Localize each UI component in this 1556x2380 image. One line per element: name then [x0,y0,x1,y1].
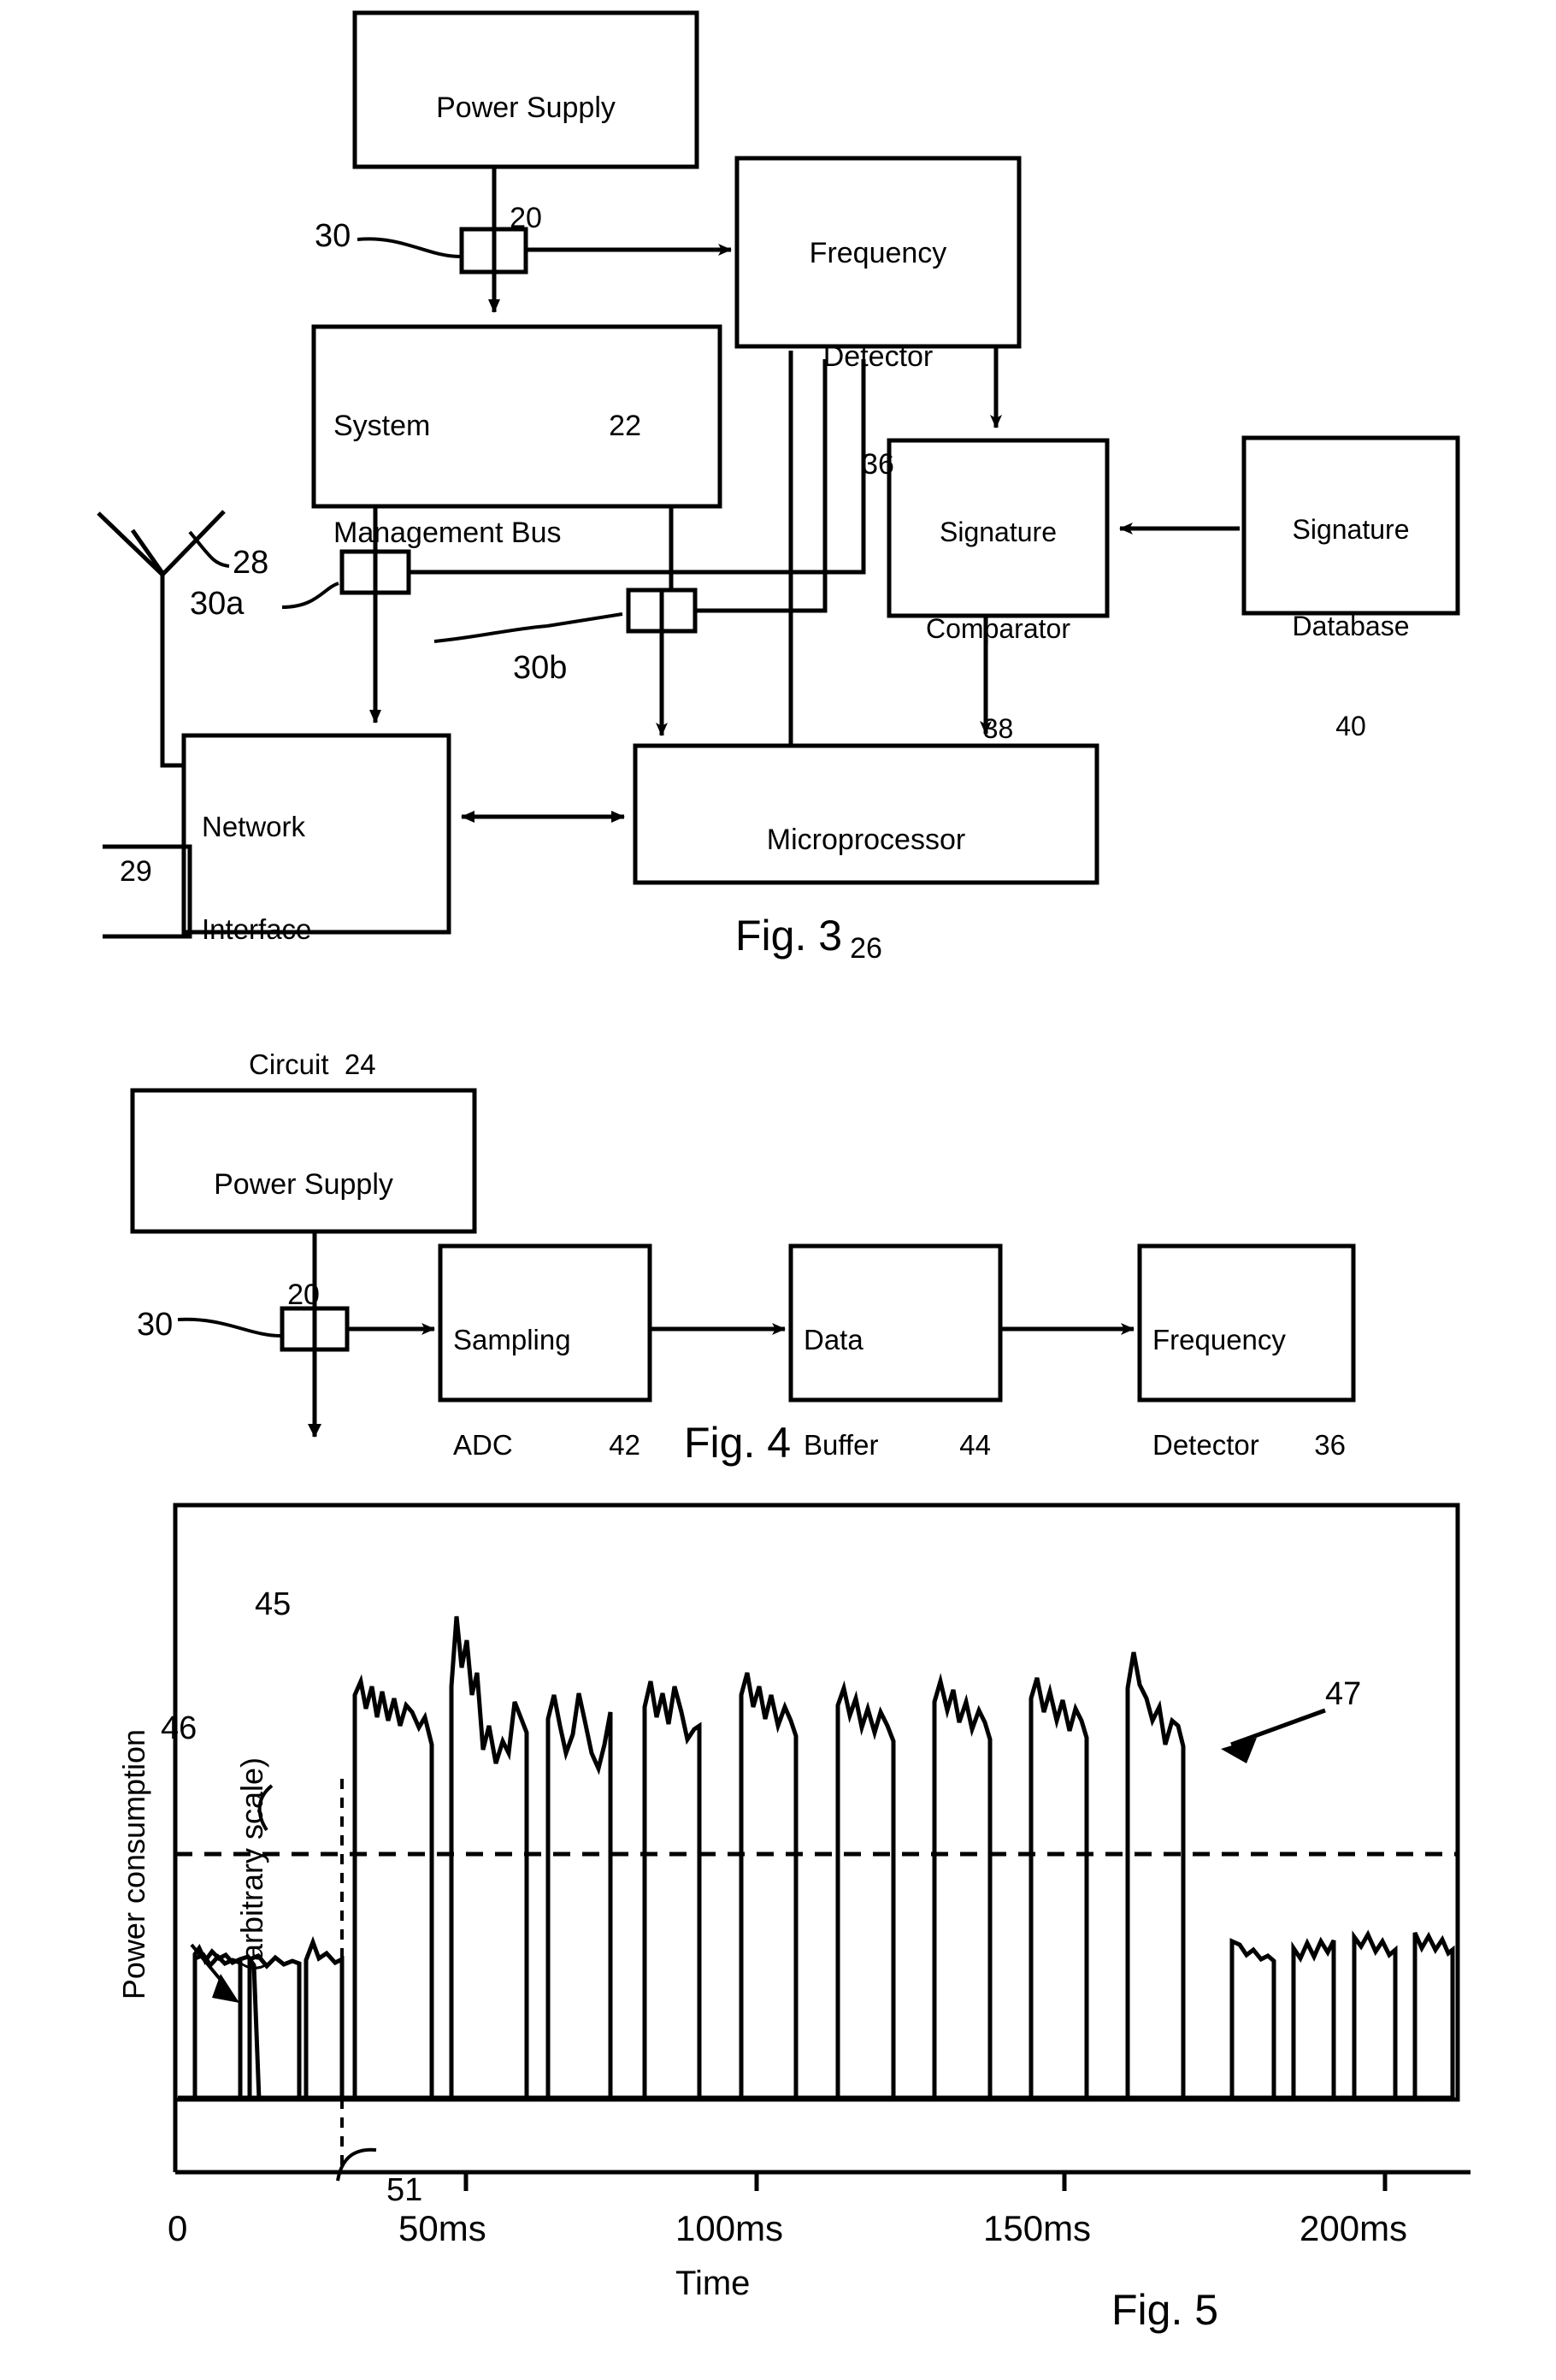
fig3-microprocessor-ref: 26 [850,931,882,965]
fig3-signature-comparator-title2: Comparator [926,612,1070,644]
fig5-pulse-idle-6 [1352,1929,1398,2098]
fig3-frequency-detector-title2: Detector [822,340,934,373]
fig5-pulse-active-8 [1028,1677,1089,2098]
fig3-power-supply-ref: 20 [510,201,542,234]
fig3-power-supply-title: Power Supply [436,92,616,125]
fig5-xtick-100: 100ms [675,2208,784,2248]
fig3-signature-comparator-ref: 38 [982,713,1014,744]
fig4-data-buffer-title: Data [804,1323,863,1355]
fig5-pulse-idle-5 [1291,1936,1336,2098]
fig5-plot-frame [173,1503,1460,2102]
fig3-callout-30b: 30b [513,650,568,686]
fig3-signature-database-ref: 40 [1335,711,1366,741]
fig5-callout-47: 47 [1325,1676,1362,1712]
fig3-smb-ref: 22 [609,410,641,443]
fig3-smb-label: System 22 Management Bus [333,340,710,618]
fig3-smb-title: System [333,410,431,443]
fig3-nic-ref: 24 [344,1048,376,1081]
fig5-leader-51 [336,2147,377,2182]
fig3-signature-database-title2: Database [1292,610,1410,641]
fig4-callout-30: 30 [137,1307,174,1343]
fig3-leader-30a [281,582,339,609]
fig4-freqdet-title2: Detector [1152,1428,1259,1461]
fig5-pulse-active-1 [352,1674,434,2098]
fig3-callout-30a: 30a [190,586,245,622]
fig3-microprocessor-label: Microprocessor 26 [635,754,1097,1034]
fig4-data-buffer-title2: Buffer [804,1428,879,1461]
fig3-power-supply-label: Power Supply 20 [355,22,697,304]
fig3-connector-29-label: 29 [120,855,152,888]
fig3-signature-comparator-title: Signature [940,516,1057,547]
fig5-pulse-active-5 [739,1672,799,2098]
fig5-pulse-active-9 [1125,1651,1186,2098]
fig3-nic-title1: Network [202,810,306,842]
fig3-callout-28: 28 [233,545,269,581]
fig3-microprocessor-title: Microprocessor [766,824,966,857]
fig5-y-axis-label: Power consumption (arbitrary scale) [36,1599,351,2129]
fig4-frequency-detector-label: Frequency Detector 36 [1152,1257,1347,1529]
fig5-xtick-150: 150ms [983,2208,1092,2248]
fig4-power-supply-label: Power Supply 20 [133,1099,474,1380]
fig3-frequency-detector-title: Frequency [809,237,947,270]
fig3-antenna-28 [130,529,184,768]
fig5-pulse-active-6 [835,1680,896,2098]
fig3-signature-database-label: Signature Database 40 [1241,449,1460,807]
fig5-callout-45: 45 [255,1586,292,1622]
fig3-signature-database-title: Signature [1292,513,1410,545]
fig4-sampling-adc-title2: ADC [453,1428,513,1461]
fig3-nic-title2: Interface [202,912,312,945]
fig5-pulse-active-2 [449,1615,529,2098]
fig5-pulse-active-7 [932,1673,993,2098]
fig5-pulse-idle-7 [1412,1931,1455,2098]
fig5-x-axis-title: Time [675,2265,751,2302]
fig3-nic-title3: Circuit [249,1048,329,1081]
fig3-leader-30b [433,624,548,643]
fig3-callout-30: 30 [315,218,351,254]
fig3-caption: Fig. 3 [735,912,843,960]
fig3-smb-title2: Management Bus [333,516,562,549]
fig5-y-axis-label-line1: Power consumption [116,1728,152,2000]
fig5-waveform-pulses [178,1615,1455,2100]
fig5-callout-51: 51 [386,2172,423,2208]
fig4-sampling-adc-label: Sampling ADC 42 [453,1257,645,1529]
fig4-caption: Fig. 4 [684,1419,792,1467]
fig4-power-supply-title: Power Supply [214,1168,393,1202]
fig4-freqdet-title: Frequency [1152,1323,1286,1355]
fig5-pulse-idle-4 [1229,1938,1276,2098]
fig4-sampling-adc-ref: 42 [609,1428,640,1461]
fig5-pulse-active-3 [545,1692,613,2098]
patent-drawing-page: Power Supply 20 Frequency Detector 36 Sy… [0,0,1556,2380]
fig5-leader-47 [1230,1708,1326,1747]
fig5-xtick-200: 200ms [1300,2208,1408,2248]
fig5-y-axis-label-line2: (arbitrary scale) [234,1757,270,1972]
fig4-power-supply-ref: 20 [287,1278,320,1311]
fig4-freqdet-ref: 36 [1314,1428,1346,1461]
fig4-data-buffer-label: Data Buffer 44 [804,1257,996,1529]
fig4-data-buffer-ref: 44 [959,1428,991,1461]
fig3-antenna-28-leader [188,530,230,568]
fig5-xtick-50: 50ms [398,2208,486,2248]
fig5-caption: Fig. 5 [1111,2286,1219,2334]
fig5-callout-46: 46 [161,1710,197,1746]
fig4-sampling-adc-title: Sampling [453,1323,571,1355]
fig5-xtick-0: 0 [168,2208,188,2248]
fig5-pulse-active-4 [642,1680,702,2098]
